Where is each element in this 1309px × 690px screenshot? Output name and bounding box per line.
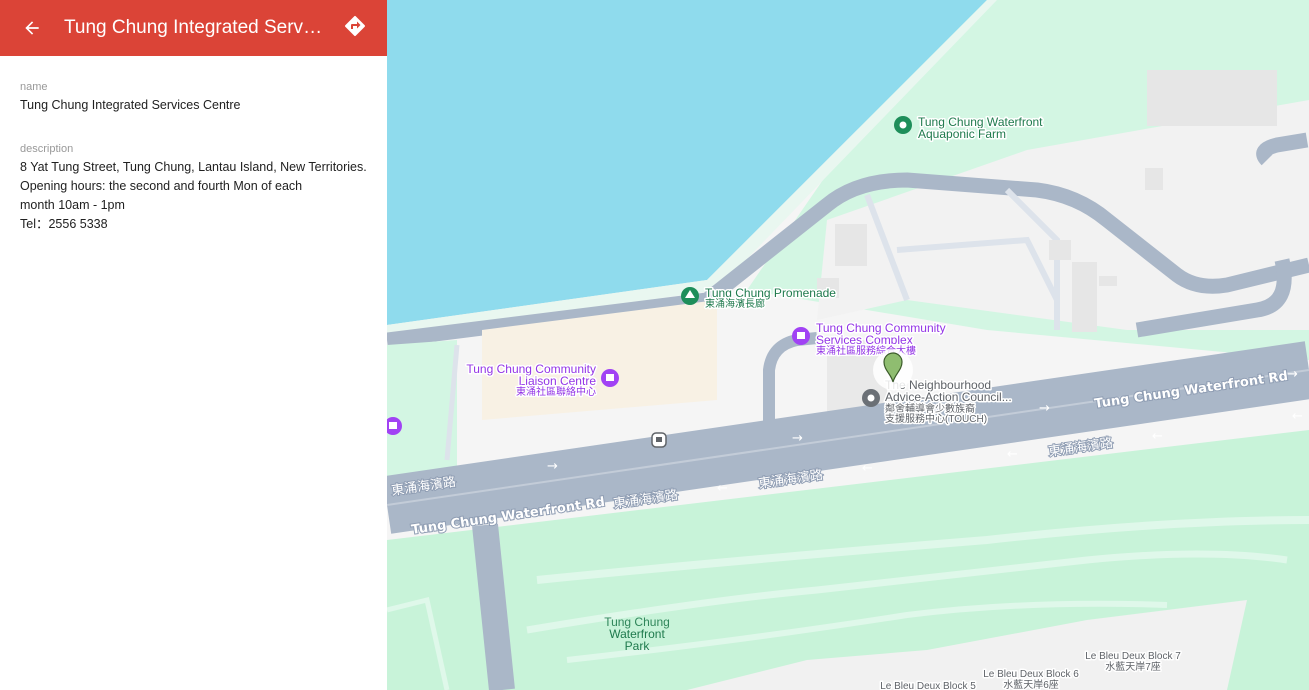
building-glyph xyxy=(606,374,614,381)
arrow-left-icon: ← xyxy=(862,461,873,476)
poi-label-cn: 支援服務中心(TOUCH) xyxy=(885,412,987,425)
arrow-left-icon: ← xyxy=(1007,447,1018,462)
description-line: month 10am - 1pm xyxy=(20,198,125,212)
building-glyph xyxy=(389,422,397,429)
poi-label-cn: 東涌海濱長廊 xyxy=(705,297,765,310)
description-line: Opening hours: the second and fourth Mon… xyxy=(20,179,303,193)
arrow-left-icon: ← xyxy=(1152,429,1163,444)
building xyxy=(1147,70,1277,126)
description-line: Tel：2556 5338 xyxy=(20,217,108,231)
poi-label: Park xyxy=(625,639,651,653)
poi-label: Services Complex xyxy=(816,333,913,347)
page-title: Tung Chung Integrated Services Centre xyxy=(64,17,326,38)
side-road xyxy=(472,523,515,690)
panel-header: Tung Chung Integrated Services Centre xyxy=(0,0,387,56)
name-value: Tung Chung Integrated Services Centre xyxy=(20,98,241,112)
bus-glyph xyxy=(656,437,662,442)
building-glyph xyxy=(797,332,805,339)
building xyxy=(835,224,867,266)
directions-button[interactable] xyxy=(337,8,373,44)
description-value: 8 Yat Tung Street, Tung Chung, Lantau Is… xyxy=(20,158,375,234)
building xyxy=(1072,262,1097,332)
bus-stop[interactable] xyxy=(651,432,667,448)
map-view[interactable]: → → → → ← ← ← ← ← Tung Chung Waterfront … xyxy=(387,0,1309,690)
poi-label: Advice-Action Council... xyxy=(885,390,1012,404)
arrow-right-icon: → xyxy=(792,431,803,446)
farm-icon-center xyxy=(899,121,907,129)
selected-location-marker[interactable] xyxy=(873,350,913,390)
arrow-right-icon: → xyxy=(1287,367,1298,382)
poi-label: Le Bleu Deux Block 5 xyxy=(880,681,976,690)
arrow-right-icon: → xyxy=(547,459,558,474)
poi-label: Aquaponic Farm xyxy=(918,127,1006,141)
name-label: name xyxy=(20,81,48,93)
poi-label: Tung Chung Promenade xyxy=(705,286,836,300)
building xyxy=(1145,168,1163,190)
map-canvas[interactable]: → → → → ← ← ← ← ← Tung Chung Waterfront … xyxy=(387,0,1309,690)
app-root: Tung Chung Integrated Services Centre na… xyxy=(0,0,1309,690)
poi-label: Liaison Centre xyxy=(519,374,597,388)
poi-block-5[interactable]: Le Bleu Deux Block 5 xyxy=(879,680,978,690)
details-panel: Tung Chung Integrated Services Centre na… xyxy=(0,0,387,690)
arrow-right-icon: → xyxy=(1039,401,1050,416)
poi-label: Le Bleu Deux Block 7 xyxy=(1085,651,1181,662)
arrow-left-icon: ← xyxy=(717,481,728,496)
poi-label-cn: 東涌社區聯絡中心 xyxy=(516,385,596,398)
description-line: 8 Yat Tung Street, Tung Chung, Lantau Is… xyxy=(20,160,367,174)
pin-dot xyxy=(867,394,875,402)
building xyxy=(1049,240,1071,260)
arrow-left-icon: ← xyxy=(1292,409,1303,424)
directions-icon xyxy=(344,15,366,37)
description-label: description xyxy=(20,143,74,155)
poi-label-cn: 水藍天岸6座 xyxy=(1003,678,1059,690)
poi-label-cn: 水藍天岸7座 xyxy=(1105,660,1161,673)
arrow-left-icon xyxy=(25,21,39,35)
building xyxy=(1099,276,1117,286)
poi-label: Le Bleu Deux Block 6 xyxy=(983,669,1079,680)
back-button[interactable] xyxy=(14,10,50,46)
